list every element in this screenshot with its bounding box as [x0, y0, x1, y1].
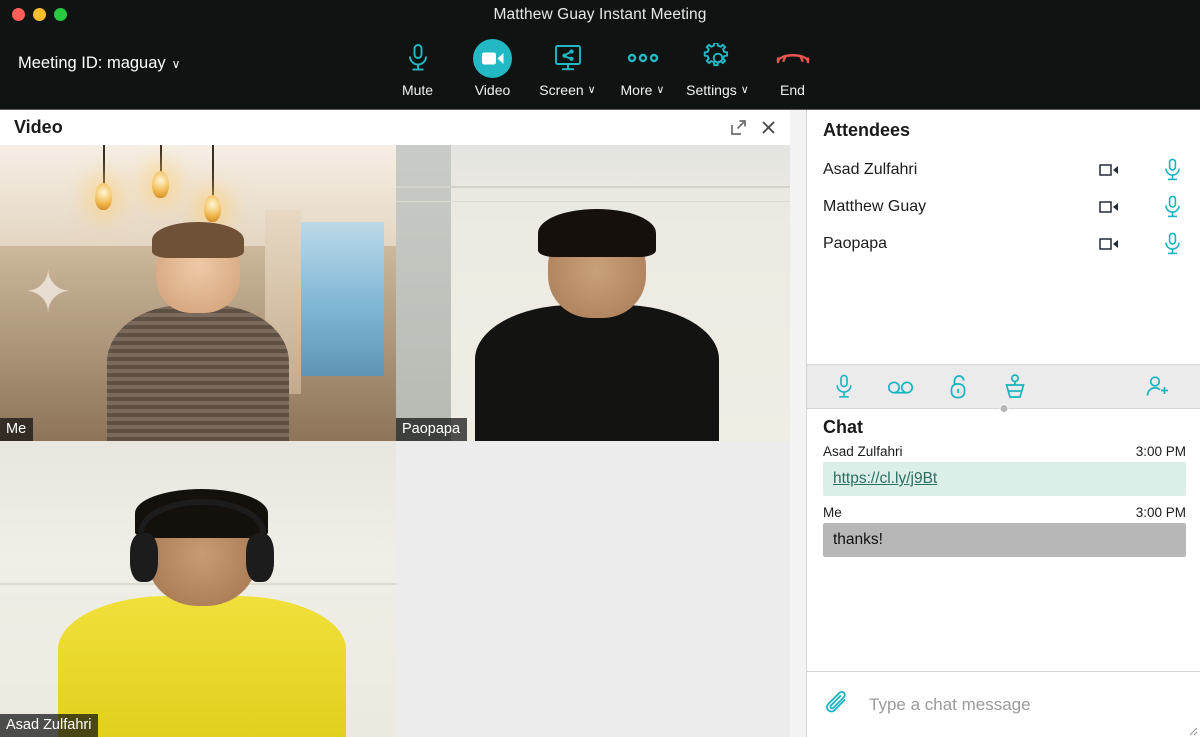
settings-button-label: Settings ∨ [686, 82, 749, 98]
toolbar-buttons: Mute Video Screen ∨ More ∨ Settings ∨ En… [380, 38, 830, 98]
presenter-podium-icon[interactable] [986, 373, 1043, 400]
video-tile-paopapa[interactable]: Paopapa [396, 145, 790, 441]
screen-share-icon [553, 38, 583, 78]
window-resize-grip[interactable] [1186, 723, 1198, 736]
panel-resize-handle[interactable] [999, 404, 1008, 413]
video-panel-actions [730, 119, 776, 136]
video-panel: Video ✦ Me Paopapa Asad Zulfahri [0, 110, 802, 737]
chat-message-link[interactable]: https://cl.ly/j9Bt [833, 470, 937, 487]
hangup-phone-icon [775, 38, 811, 78]
video-tile-asad-zulfahri[interactable]: Asad Zulfahri [0, 441, 396, 737]
chevron-down-icon: ∨ [656, 83, 665, 96]
popout-icon[interactable] [730, 119, 747, 136]
chevron-down-icon: ∨ [587, 83, 596, 96]
chat-title: Chat [823, 417, 863, 437]
video-tile-me[interactable]: ✦ Me [0, 145, 396, 441]
side-panel: Attendees Asad Zulfahri Matthew Guay Pao… [806, 110, 1200, 737]
chevron-down-icon: ∨ [171, 56, 181, 71]
meeting-id-dropdown[interactable]: Meeting ID: maguay ∨ [18, 54, 180, 73]
camera-icon[interactable] [1080, 163, 1140, 177]
microphone-icon[interactable] [815, 374, 872, 400]
attendees-panel: Attendees Asad Zulfahri Matthew Guay Pao… [807, 110, 1200, 364]
chat-message-time: 3:00 PM [1135, 505, 1186, 521]
attendees-title: Attendees [823, 120, 911, 140]
attendee-row[interactable]: Paopapa [823, 225, 1186, 262]
attendee-row[interactable]: Asad Zulfahri [823, 151, 1186, 188]
chat-message-meta: Asad Zulfahri 3:00 PM [823, 444, 1186, 459]
chat-message-author: Me [823, 505, 842, 521]
settings-button[interactable]: Settings ∨ [680, 38, 755, 98]
paperclip-icon[interactable] [825, 690, 851, 719]
meeting-id-label: Meeting ID: maguay [18, 54, 166, 72]
chevron-down-icon: ∨ [740, 83, 749, 96]
camera-icon[interactable] [1080, 200, 1140, 214]
video-tile-label: Asad Zulfahri [0, 713, 99, 737]
video-panel-title: Video [14, 117, 63, 137]
end-call-button-label: End [780, 82, 805, 98]
screen-share-button-label: Screen ∨ [539, 82, 596, 98]
mute-button[interactable]: Mute [380, 38, 455, 98]
more-button[interactable]: More ∨ [605, 38, 680, 98]
screen-share-button[interactable]: Screen ∨ [530, 38, 605, 98]
gear-icon [703, 38, 733, 78]
microphone-icon[interactable] [1140, 232, 1186, 256]
attendee-name: Matthew Guay [823, 197, 927, 215]
video-feed-asad-zulfahri [0, 441, 396, 737]
pane-divider[interactable] [790, 110, 806, 737]
video-tile-empty [396, 441, 790, 737]
mute-button-label: Mute [401, 82, 434, 98]
end-call-button[interactable]: End [755, 38, 830, 98]
chat-message-author: Asad Zulfahri [823, 444, 903, 459]
video-camera-icon [473, 38, 512, 78]
side-panel-toolbar [807, 364, 1200, 413]
video-tile-label: Me [0, 417, 34, 441]
video-tile-label: Paopapa [396, 417, 468, 441]
video-panel-header: Video [0, 110, 790, 145]
meeting-toolbar: Meeting ID: maguay ∨ Mute Video Screen ∨… [0, 30, 1200, 110]
close-icon[interactable] [761, 120, 776, 135]
title-bar: Matthew Guay Instant Meeting [0, 0, 1200, 30]
main-content: Video ✦ Me Paopapa Asad Zulfahri Attende… [0, 110, 1200, 737]
add-person-icon[interactable] [1129, 375, 1186, 399]
chat-input[interactable] [869, 694, 1184, 715]
chat-message-bubble: thanks! [823, 523, 1186, 558]
unlock-padlock-icon[interactable] [929, 374, 986, 400]
microphone-icon [405, 38, 431, 78]
attendee-name: Asad Zulfahri [823, 160, 918, 178]
meeting-window: Matthew Guay Instant Meeting Meeting ID:… [0, 0, 1200, 737]
window-title: Matthew Guay Instant Meeting [493, 6, 707, 23]
camera-icon[interactable] [1080, 237, 1140, 251]
chat-message: Me 3:00 PM thanks! [823, 505, 1186, 563]
chat-message: Asad Zulfahri 3:00 PM https://cl.ly/j9Bt [823, 444, 1186, 502]
video-feed-me: ✦ [0, 145, 396, 441]
chat-panel: Chat Asad Zulfahri 3:00 PM https://cl.ly… [807, 409, 1200, 671]
voicemail-icon[interactable] [872, 379, 929, 395]
microphone-icon[interactable] [1140, 158, 1186, 182]
video-button-label: Video [474, 82, 511, 98]
video-button-icon-wrap [473, 38, 512, 78]
chat-message-bubble: https://cl.ly/j9Bt [823, 462, 1186, 497]
video-button[interactable]: Video [455, 38, 530, 98]
video-grid: ✦ Me Paopapa Asad Zulfahri [0, 145, 790, 737]
microphone-icon[interactable] [1140, 195, 1186, 219]
video-feed-paopapa [396, 145, 790, 441]
chat-message-time: 3:00 PM [1135, 444, 1186, 459]
chat-input-bar [807, 671, 1200, 737]
chat-message-meta: Me 3:00 PM [823, 505, 1186, 520]
attendee-row[interactable]: Matthew Guay [823, 188, 1186, 225]
more-dots-icon [626, 38, 660, 78]
attendee-name: Paopapa [823, 234, 888, 252]
more-button-label: More ∨ [620, 82, 665, 98]
